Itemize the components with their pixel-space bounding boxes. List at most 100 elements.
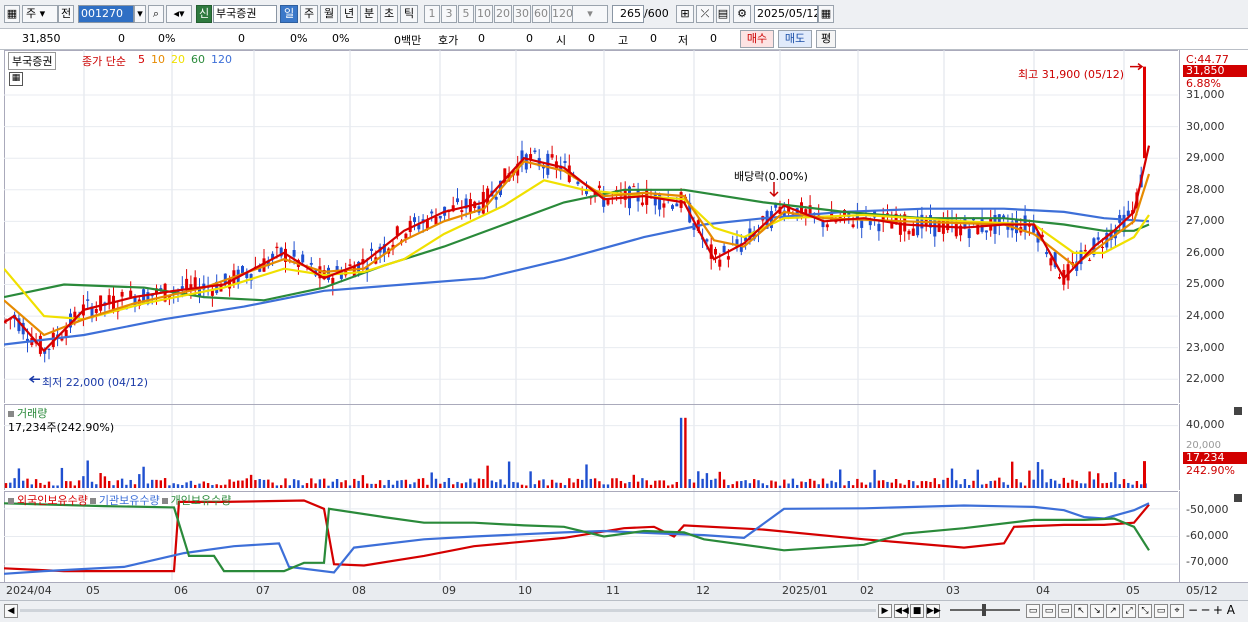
- interval-button-30[interactable]: 30: [513, 5, 531, 23]
- volume-bar: [120, 478, 124, 488]
- volume-bar: [920, 481, 924, 488]
- volume-bar: [357, 480, 360, 488]
- buy-button[interactable]: 매수: [740, 30, 774, 48]
- chart-menu-icon[interactable]: ▦: [4, 5, 20, 23]
- interval-button-3[interactable]: 3: [441, 5, 457, 23]
- volume-bar: [555, 482, 558, 488]
- draw-icon-1[interactable]: ↖: [1074, 604, 1088, 618]
- count-input[interactable]: 265: [612, 5, 644, 23]
- gear-icon[interactable]: ⚙: [733, 5, 751, 23]
- volume-bar: [112, 485, 115, 488]
- draw-icon-6[interactable]: ▭: [1154, 604, 1168, 618]
- volume-panel-close-icon[interactable]: [1234, 407, 1242, 415]
- date-input[interactable]: 2025/05/12: [754, 5, 818, 23]
- eval-button[interactable]: 평: [816, 30, 836, 48]
- layout-icon-3[interactable]: ▭: [1058, 604, 1072, 618]
- sound-icon[interactable]: ◂▾: [166, 5, 192, 23]
- volume-bar: [667, 485, 670, 488]
- volume-bar: [47, 481, 51, 488]
- volume-bar: [817, 484, 820, 488]
- type-select[interactable]: 주 ▾: [22, 5, 58, 23]
- period-button-1[interactable]: 주: [300, 5, 318, 23]
- interval-button-10[interactable]: 10: [475, 5, 493, 23]
- period-button-2[interactable]: 월: [320, 5, 338, 23]
- interval-button-1[interactable]: 1: [424, 5, 440, 23]
- volume-chart[interactable]: [4, 404, 1178, 490]
- rewind-icon[interactable]: ◀◀: [894, 604, 909, 618]
- volume-bar: [851, 485, 855, 488]
- volume-bar: [86, 460, 89, 488]
- layout-icon-1[interactable]: ▭: [1026, 604, 1040, 618]
- draw-icon-5[interactable]: ⤡: [1138, 604, 1152, 618]
- volume-bar: [198, 483, 201, 488]
- volume-bar: [507, 461, 511, 488]
- grid-toggle-icon[interactable]: ▦: [9, 72, 23, 86]
- draw-icon-4[interactable]: ⤢: [1122, 604, 1136, 618]
- candle-last: [1143, 66, 1146, 159]
- search-icon[interactable]: ⌕: [148, 5, 164, 23]
- volume-bar: [1045, 482, 1048, 488]
- volume-bar: [727, 485, 730, 488]
- candle: [679, 188, 683, 213]
- chart-tools-icon[interactable]: ⊞: [676, 5, 694, 23]
- volume-bar: [17, 468, 21, 488]
- prev-button[interactable]: 전: [58, 5, 74, 23]
- period-button-6[interactable]: 틱: [400, 5, 418, 23]
- volume-bar: [968, 484, 971, 488]
- draw-icon-7[interactable]: ⌖: [1170, 604, 1184, 618]
- stop-icon[interactable]: ■: [910, 604, 924, 618]
- period-button-4[interactable]: 분: [360, 5, 378, 23]
- x-tick: 05/12: [1186, 584, 1218, 597]
- draw-icon-2[interactable]: ↘: [1090, 604, 1104, 618]
- price-chart[interactable]: [4, 50, 1178, 403]
- layout-icon-2[interactable]: ▭: [1042, 604, 1056, 618]
- volume-bar: [456, 481, 459, 488]
- volume-bar: [998, 477, 1001, 488]
- interval-button-5[interactable]: 5: [458, 5, 474, 23]
- volume-bar: [383, 485, 386, 488]
- x-tick: 12: [696, 584, 710, 597]
- interval-button-60[interactable]: 60: [532, 5, 550, 23]
- period-button-5[interactable]: 초: [380, 5, 398, 23]
- draw-icon-3[interactable]: ↗: [1106, 604, 1120, 618]
- candle: [94, 301, 98, 322]
- zoom-controls[interactable]: − ─ + A: [1188, 603, 1235, 617]
- stock-code-input[interactable]: 001270: [78, 5, 134, 23]
- ma-line-20: [4, 179, 1150, 321]
- sell-button[interactable]: 매도: [778, 30, 812, 48]
- forward-icon[interactable]: ▶▶: [926, 604, 941, 618]
- interval-button-120[interactable]: 120: [551, 5, 573, 23]
- zoom-slider-handle[interactable]: [982, 604, 986, 616]
- holding-panel-close-icon[interactable]: [1234, 494, 1242, 502]
- volume-bar: [1002, 482, 1005, 488]
- legend-2: 개인보유수량: [170, 494, 232, 507]
- volume-bar: [912, 481, 915, 488]
- period-button-0[interactable]: 일: [280, 5, 298, 23]
- scroll-right-icon[interactable]: ▶: [878, 604, 892, 618]
- volume-bar: [757, 480, 760, 488]
- volume-bar: [82, 476, 85, 488]
- crosshair-icon[interactable]: ⤫: [696, 5, 714, 23]
- calendar-icon[interactable]: ▦: [818, 5, 834, 23]
- volume-bar: [1049, 478, 1053, 488]
- high-label: 고: [618, 34, 629, 47]
- code-dropdown-icon[interactable]: ▾: [134, 5, 146, 23]
- period-button-3[interactable]: 년: [340, 5, 358, 23]
- volume-bar: [753, 479, 756, 488]
- volume-bar: [576, 478, 580, 488]
- volume-bar: [1019, 482, 1022, 488]
- candle: [249, 273, 253, 289]
- candle: [662, 198, 666, 218]
- volume-bar: [280, 485, 283, 488]
- change-pct: 0%: [158, 32, 176, 45]
- interval-dropdown[interactable]: ▾: [572, 5, 608, 23]
- scroll-left-icon[interactable]: ◀: [4, 604, 18, 618]
- save-icon[interactable]: ▤: [716, 5, 730, 23]
- candle: [38, 330, 42, 357]
- candle: [825, 222, 829, 231]
- scroll-track[interactable]: [20, 609, 876, 612]
- volume-bar: [1066, 482, 1070, 488]
- low-label: 저: [678, 34, 689, 47]
- volume-bar: [482, 479, 485, 488]
- interval-button-20[interactable]: 20: [494, 5, 512, 23]
